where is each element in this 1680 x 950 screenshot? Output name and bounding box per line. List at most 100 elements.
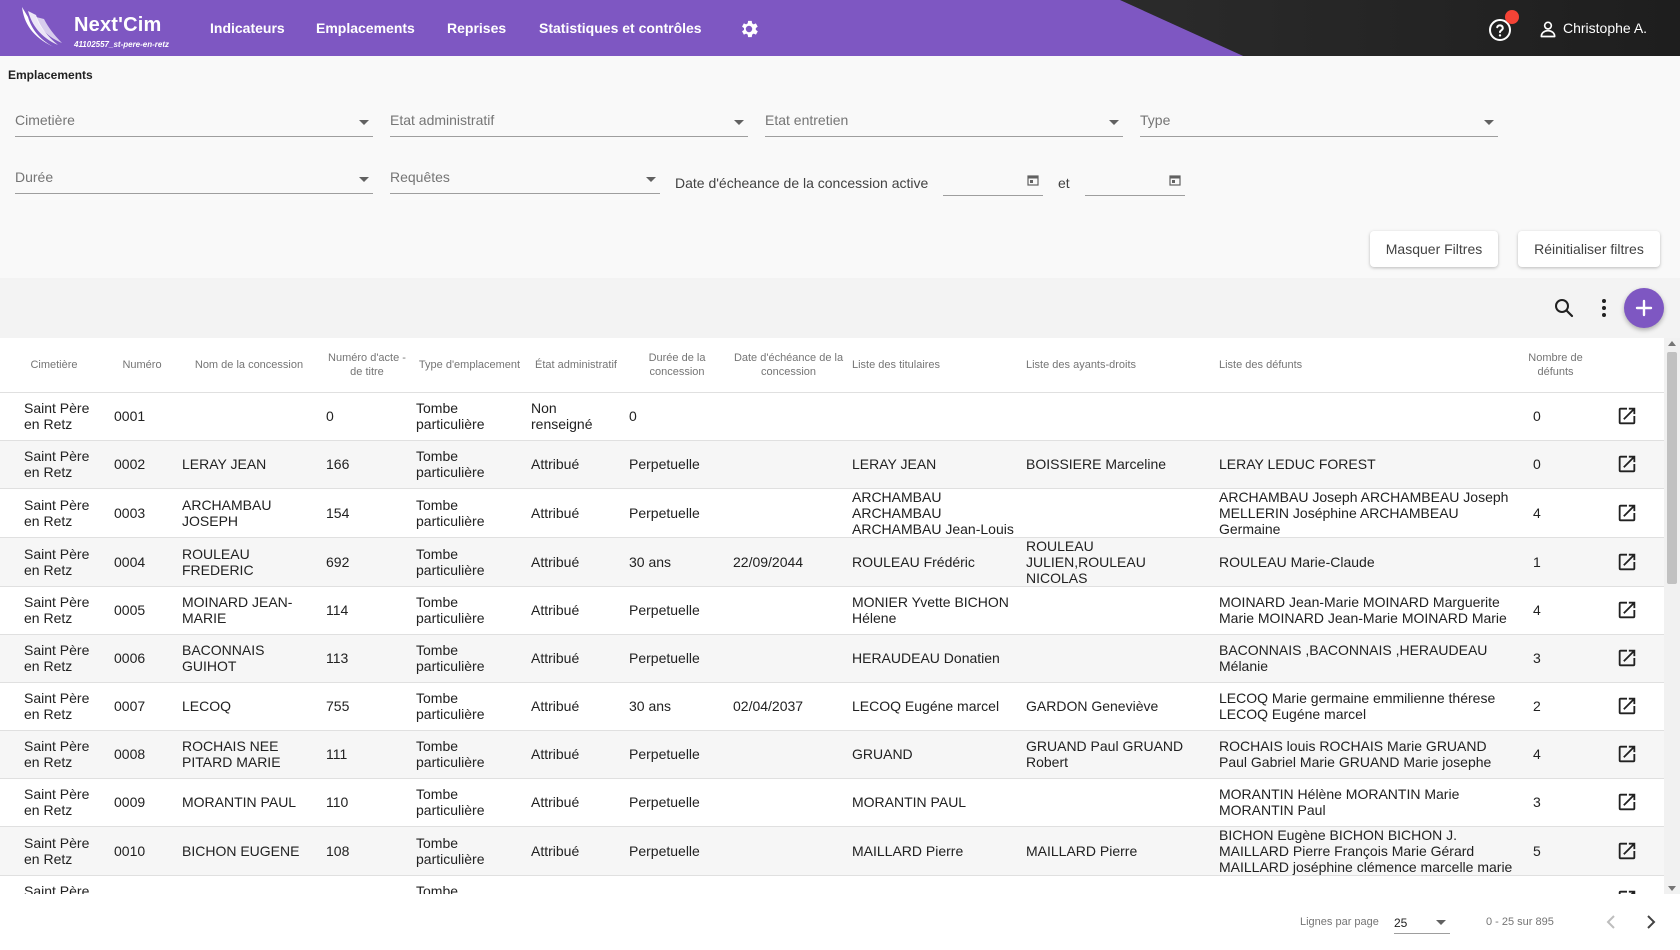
open-in-new-icon[interactable]: [1616, 405, 1638, 427]
cell-titulaires: LECOQ Eugéne marcel: [848, 682, 1022, 731]
cell-ayants-droits: [1022, 392, 1215, 441]
previous-page-icon[interactable]: [1597, 908, 1625, 936]
scroll-down-arrow-icon[interactable]: [1668, 886, 1676, 891]
cell-nom-concession: [176, 392, 322, 441]
col-header-cimetiere[interactable]: Cimetière: [0, 338, 108, 393]
col-header-nom-concession[interactable]: Nom de la concession: [176, 338, 322, 393]
col-header-ayants-droits[interactable]: Liste des ayants-droits: [1022, 338, 1215, 393]
table-row[interactable]: Saint Père en Retz 0002 LERAY JEAN 166 Tombe…: [0, 440, 1664, 489]
next-page-icon[interactable]: [1637, 908, 1665, 936]
cell-defunts: MORANTIN Hélène MORANTIN Marie MORANTIN …: [1215, 778, 1521, 827]
open-in-new-icon[interactable]: [1616, 791, 1638, 813]
plus-icon: [1635, 299, 1653, 317]
cell-ayants-droits: [1022, 875, 1215, 894]
cell-type-emplacement: Tombe particulière: [412, 875, 527, 894]
nav-indicateurs[interactable]: Indicateurs: [210, 0, 285, 56]
cimetiere-select[interactable]: Cimetière: [15, 107, 373, 137]
cell-ayants-droits: [1022, 634, 1215, 683]
duree-select[interactable]: Durée: [15, 164, 373, 194]
nextcim-logo-icon[interactable]: [18, 5, 62, 51]
open-in-new-icon[interactable]: [1616, 551, 1638, 573]
col-header-actions: [1590, 338, 1664, 393]
cell-defunts: BACONNAIS ,BACONNAIS ,HERAUDEAU Mélanie: [1215, 634, 1521, 683]
table-row[interactable]: Saint Père en Retz 0008 ROCHAIS NEE PITARD…: [0, 730, 1664, 779]
col-header-nombre-defunts[interactable]: Nombre de défunts: [1521, 338, 1590, 393]
type-select[interactable]: Type: [1140, 107, 1498, 137]
table-row[interactable]: Saint Père en Retz 0006 BACONNAIS GUIHOT 11…: [0, 634, 1664, 683]
cell-nombre-defunts: 2: [1521, 682, 1590, 731]
cell-numero-acte: 154: [322, 488, 412, 538]
cell-numero-acte: 113: [322, 634, 412, 683]
cell-nombre-defunts: [1521, 875, 1590, 894]
page-size-select[interactable]: 25: [1394, 908, 1450, 934]
cell-numero-acte: 114: [322, 586, 412, 635]
cell-type-emplacement: Tombe particulière: [412, 488, 527, 538]
calendar-icon[interactable]: [1027, 174, 1039, 186]
col-header-defunts[interactable]: Liste des défunts: [1215, 338, 1521, 393]
open-in-new-icon[interactable]: [1616, 695, 1638, 717]
table-row[interactable]: Saint Père en Retz 0007 LECOQ 755 Tombe part…: [0, 682, 1664, 731]
open-in-new-icon[interactable]: [1616, 743, 1638, 765]
cell-ayants-droits: MAILLARD Pierre: [1022, 826, 1215, 876]
cell-actions: [1590, 682, 1664, 731]
table-row[interactable]: Saint Père en Retz MELLERIN MARCEL Tombe p…: [0, 875, 1664, 894]
table-row[interactable]: Saint Père en Retz 0010 BICHON EUGENE 108 To…: [0, 826, 1664, 876]
date-start-field[interactable]: [943, 168, 1043, 196]
cell-nombre-defunts: 3: [1521, 778, 1590, 827]
user-account-icon[interactable]: [1538, 19, 1558, 39]
scrollbar-thumb[interactable]: [1667, 352, 1677, 584]
cell-date-echeance: 22/09/2044: [729, 537, 848, 587]
open-in-new-icon[interactable]: [1616, 647, 1638, 669]
etat-entretien-select[interactable]: Etat entretien: [765, 107, 1123, 137]
col-header-duree[interactable]: Durée de la concession: [625, 338, 729, 393]
table-row[interactable]: Saint Père en Retz 0001 0 Tombe particulièr…: [0, 392, 1664, 441]
col-header-numero-acte[interactable]: Numéro d'acte - de titre: [322, 338, 412, 393]
calendar-icon[interactable]: [1169, 174, 1181, 186]
nav-reprises[interactable]: Reprises: [447, 0, 506, 56]
cell-numero-acte: 111: [322, 730, 412, 779]
search-icon[interactable]: [1552, 296, 1576, 320]
notification-badge: [1505, 10, 1519, 24]
scroll-up-arrow-icon[interactable]: [1668, 341, 1676, 346]
nav-statistiques[interactable]: Statistiques et contrôles: [539, 0, 702, 56]
open-in-new-icon[interactable]: [1616, 599, 1638, 621]
cell-titulaires: GRUAND: [848, 730, 1022, 779]
cell-actions: [1590, 778, 1664, 827]
col-header-type-emplacement[interactable]: Type d'emplacement: [412, 338, 527, 393]
cell-actions: [1590, 440, 1664, 489]
open-in-new-icon[interactable]: [1616, 840, 1638, 862]
table-scrollbar[interactable]: [1664, 338, 1680, 894]
chevron-down-icon: [1109, 120, 1119, 125]
cell-defunts: BICHON Eugène BICHON BICHON J. MAILLARD …: [1215, 826, 1521, 876]
table-row[interactable]: Saint Père en Retz 0005 MOINARD JEAN-MARIE…: [0, 586, 1664, 635]
more-vert-icon[interactable]: [1592, 296, 1616, 320]
cell-nom-concession: MORANTIN PAUL: [176, 778, 322, 827]
date-echeance-label: Date d'écheance de la concession active: [675, 175, 929, 191]
cell-date-echeance: [729, 826, 848, 876]
requetes-select[interactable]: Requêtes: [390, 164, 660, 194]
reset-filters-button[interactable]: Réinitialiser filtres: [1518, 231, 1660, 267]
cell-duree: 30 ans: [625, 537, 729, 587]
cell-date-echeance: [729, 392, 848, 441]
etat-administratif-select[interactable]: Etat administratif: [390, 107, 748, 137]
col-header-etat-administratif[interactable]: État administratif: [527, 338, 625, 393]
add-emplacement-button[interactable]: [1624, 288, 1664, 328]
nav-emplacements[interactable]: Emplacements: [316, 0, 415, 56]
table-row[interactable]: Saint Père en Retz 0003 ARCHAMBAU JOSEPH 15…: [0, 488, 1664, 538]
col-header-date-echeance[interactable]: Date d'échéance de la concession: [729, 338, 848, 393]
brand-name[interactable]: Next'Cim: [74, 14, 162, 37]
cell-duree: Perpetuelle: [625, 440, 729, 489]
open-in-new-icon[interactable]: [1616, 502, 1638, 524]
col-header-titulaires[interactable]: Liste des titulaires: [848, 338, 1022, 393]
cell-defunts: LERAY LEDUC FOREST: [1215, 440, 1521, 489]
table-row[interactable]: Saint Père en Retz 0009 MORANTIN PAUL 110 To…: [0, 778, 1664, 827]
table-row[interactable]: Saint Père en Retz 0004 ROULEAU FREDERIC 69…: [0, 537, 1664, 587]
hide-filters-button[interactable]: Masquer Filtres: [1370, 231, 1498, 267]
open-in-new-icon[interactable]: [1616, 453, 1638, 475]
cell-numero-acte: [322, 875, 412, 894]
col-header-numero[interactable]: Numéro: [108, 338, 176, 393]
user-name[interactable]: Christophe A.: [1563, 20, 1647, 36]
cell-etat-administratif: Non renseigné: [527, 392, 625, 441]
settings-gear-icon[interactable]: [738, 18, 760, 40]
date-end-field[interactable]: [1085, 168, 1185, 196]
